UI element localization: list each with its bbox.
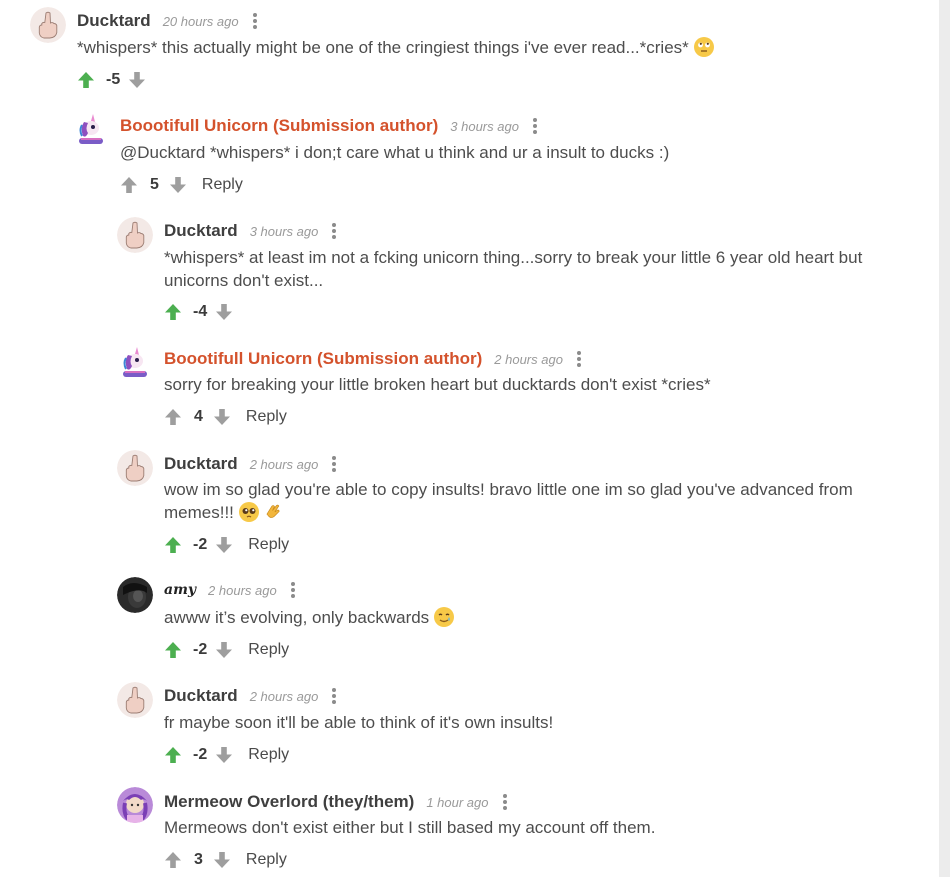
vote-score: 4 xyxy=(194,408,203,425)
comment-text: wow im so glad you're able to copy insul… xyxy=(164,480,853,499)
comment-text: fr maybe soon it'll be able to think of … xyxy=(164,713,554,732)
avatar[interactable] xyxy=(117,217,153,253)
upvote-arrow-icon[interactable] xyxy=(164,851,182,869)
more-options-icon[interactable] xyxy=(576,351,581,367)
upvote-arrow-icon[interactable] xyxy=(164,641,182,659)
comment-text: unicorns don't exist... xyxy=(164,270,324,290)
avatar[interactable] xyxy=(30,7,66,43)
vote-score: -4 xyxy=(193,303,208,320)
downvote-arrow-icon[interactable] xyxy=(215,303,233,321)
comment-body: awww it’s evolving, only backwards xyxy=(164,607,454,630)
downvote-arrow-icon[interactable] xyxy=(213,408,231,426)
avatar[interactable] xyxy=(73,111,109,147)
comment-text: memes!!! xyxy=(164,502,234,522)
comment-time: 2 hours ago xyxy=(208,582,277,598)
more-options-icon[interactable] xyxy=(532,118,537,134)
reply-button[interactable]: Reply xyxy=(202,176,243,194)
vote-score: 3 xyxy=(194,851,203,868)
reply-button[interactable]: Reply xyxy=(248,746,289,764)
downvote-arrow-icon[interactable] xyxy=(128,71,146,89)
downvote-arrow-icon[interactable] xyxy=(215,746,233,764)
vote-score: -2 xyxy=(193,536,208,553)
downvote-arrow-icon[interactable] xyxy=(215,536,233,554)
upvote-arrow-icon[interactable] xyxy=(164,536,182,554)
comment-body: *whispers* at least im not a fcking unic… xyxy=(164,247,862,292)
comment-author[interactable]: Boootifull Unicorn (Submission author) xyxy=(120,116,438,136)
comment-time: 3 hours ago xyxy=(450,118,519,134)
more-options-icon[interactable] xyxy=(332,456,337,472)
avatar[interactable] xyxy=(117,682,153,718)
upvote-arrow-icon[interactable] xyxy=(120,176,138,194)
vote-score: -5 xyxy=(106,71,121,88)
scrollbar[interactable] xyxy=(939,0,950,877)
downvote-arrow-icon[interactable] xyxy=(169,176,187,194)
comment-time: 20 hours ago xyxy=(162,13,239,29)
comment-time: 2 hours ago xyxy=(494,351,563,367)
comment-author[interactable]: amy xyxy=(164,582,196,598)
more-options-icon[interactable] xyxy=(252,13,257,29)
comment-text: Mermeows don't exist either but I still … xyxy=(164,818,656,837)
vote-score: 5 xyxy=(150,176,159,193)
comment-author[interactable]: Boootifull Unicorn (Submission author) xyxy=(164,349,482,369)
vote-score: -2 xyxy=(193,641,208,658)
comment-time: 3 hours ago xyxy=(249,223,319,239)
more-options-icon[interactable] xyxy=(332,223,337,239)
comment-author[interactable]: Ducktard xyxy=(164,221,238,241)
pleading-face-icon xyxy=(238,501,259,522)
comment-text: *whispers* this actually might be one of… xyxy=(77,38,689,57)
smiling-face-with-tear-icon xyxy=(433,607,454,627)
comment-text: *whispers* at least im not a fcking unic… xyxy=(164,248,863,267)
comment-author[interactable]: Ducktard xyxy=(164,454,238,474)
reply-button[interactable]: Reply xyxy=(248,641,289,659)
avatar[interactable] xyxy=(117,787,153,823)
comment-text: sorry for breaking your little broken he… xyxy=(164,375,711,394)
comment-author[interactable]: Mermeow Overlord (they/them) xyxy=(164,792,414,812)
upvote-arrow-icon[interactable] xyxy=(164,746,182,764)
face-with-rolling-eyes-icon xyxy=(693,37,714,57)
vote-score: -2 xyxy=(193,746,208,763)
downvote-arrow-icon[interactable] xyxy=(213,851,231,869)
more-options-icon[interactable] xyxy=(332,688,337,704)
upvote-arrow-icon[interactable] xyxy=(164,303,182,321)
upvote-arrow-icon[interactable] xyxy=(164,408,182,426)
upvote-arrow-icon[interactable] xyxy=(77,71,95,89)
more-options-icon[interactable] xyxy=(502,794,507,810)
reply-button[interactable]: Reply xyxy=(248,536,289,554)
comment-text: @Ducktard *whispers* i don;t care what u… xyxy=(120,143,670,162)
comment-author[interactable]: Ducktard xyxy=(164,686,238,706)
reply-button[interactable]: Reply xyxy=(246,851,287,869)
comment-body: wow im so glad you're able to copy insul… xyxy=(164,479,853,524)
comment-author[interactable]: Ducktard xyxy=(77,11,151,31)
comment-text: awww it’s evolving, only backwards xyxy=(164,608,430,627)
reply-button[interactable]: Reply xyxy=(246,408,287,426)
comment-time: 2 hours ago xyxy=(249,688,319,704)
clapping-hands-icon xyxy=(263,502,283,522)
downvote-arrow-icon[interactable] xyxy=(215,641,233,659)
avatar[interactable] xyxy=(117,450,153,486)
comment-time: 1 hour ago xyxy=(426,794,489,810)
comment-time: 2 hours ago xyxy=(249,456,319,472)
comment-body: *whispers* this actually might be one of… xyxy=(77,37,714,60)
more-options-icon[interactable] xyxy=(290,582,295,598)
avatar[interactable] xyxy=(117,577,153,613)
avatar[interactable] xyxy=(117,344,153,380)
